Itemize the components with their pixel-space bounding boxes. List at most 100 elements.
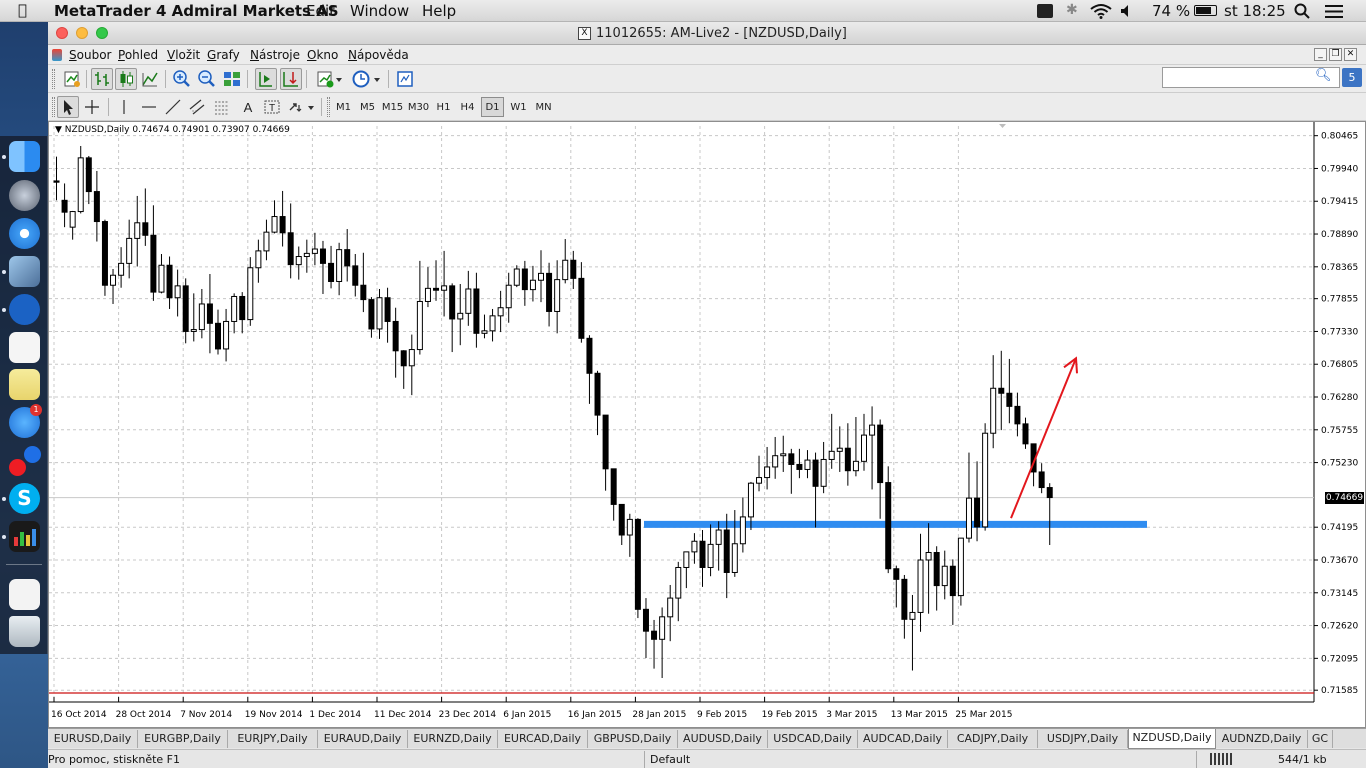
apple-menu-icon[interactable]:  — [18, 1, 27, 19]
chart-tab[interactable]: EURGBP,Daily — [138, 730, 228, 748]
chart-tab[interactable]: CADJPY,Daily — [948, 730, 1038, 748]
zoom-out-button[interactable] — [196, 68, 218, 90]
search-icon[interactable]: 🔍︎ — [1315, 68, 1332, 83]
chart-tab[interactable]: AUDNZD,Daily — [1216, 730, 1308, 748]
y-axis-tick-label: 0.72095 — [1321, 654, 1358, 664]
timeframe-m1[interactable]: M1 — [332, 97, 355, 117]
menu-soubor[interactable]: Soubor — [69, 48, 111, 62]
chart-tab[interactable]: EURNZD,Daily — [408, 730, 498, 748]
metatrader-icon[interactable] — [9, 521, 40, 552]
timeframe-mn[interactable]: MN — [532, 97, 555, 117]
timeframe-d1[interactable]: D1 — [481, 97, 504, 117]
chart-window[interactable]: 0.80465 0.79940 0.79415 0.78890 0.78365 0.778… — [48, 121, 1366, 728]
openoffice-icon[interactable] — [9, 294, 40, 325]
templates-button[interactable] — [394, 68, 416, 90]
spotlight-search-icon[interactable] — [1294, 3, 1310, 19]
y-axis-tick-label: 0.72620 — [1321, 622, 1358, 632]
mdi-minimize-button[interactable]: _ — [1314, 48, 1327, 61]
line-chart-button[interactable] — [139, 68, 161, 90]
candle-body-bear — [352, 265, 359, 286]
toolbar-grip[interactable] — [327, 97, 330, 117]
text-tool-button[interactable]: A — [237, 96, 259, 118]
safari-icon[interactable] — [9, 218, 40, 249]
chart-tab[interactable]: EURUSD,Daily — [48, 730, 138, 748]
search-badge[interactable]: 5 — [1342, 68, 1362, 87]
launchpad-icon[interactable] — [9, 180, 40, 211]
vertical-line-tool-button[interactable] — [113, 96, 135, 118]
mdi-restore-button[interactable]: ❐ — [1329, 48, 1342, 61]
chart-tab[interactable]: GC — [1308, 730, 1333, 748]
text-label-tool-button[interactable]: T — [261, 96, 283, 118]
timeframe-m30[interactable]: M30 — [406, 97, 431, 117]
minimize-window-button[interactable] — [76, 27, 88, 39]
menu-nastroje[interactable]: Nástroje — [250, 48, 300, 62]
dock: 1 S — [0, 136, 48, 654]
trash-icon[interactable] — [9, 616, 40, 647]
reminders-icon[interactable] — [9, 332, 40, 363]
notes-icon[interactable] — [9, 369, 40, 400]
menu-napoveda[interactable]: Nápověda — [348, 48, 409, 62]
toolbar-grip[interactable] — [52, 69, 55, 89]
menubar-clock[interactable]: st 18:25 — [1224, 2, 1286, 20]
skype-icon[interactable]: S — [9, 483, 40, 514]
auto-scroll-button[interactable] — [255, 68, 277, 90]
candle-body-bull — [190, 329, 197, 332]
zoom-in-button[interactable] — [171, 68, 193, 90]
candle-body-bear — [328, 262, 335, 282]
menu-grafy[interactable]: Grafy — [207, 48, 240, 62]
downloads-stack-icon[interactable] — [9, 579, 40, 610]
bar-chart-button[interactable] — [91, 68, 113, 90]
timeframe-m15[interactable]: M15 — [380, 97, 405, 117]
timeframe-h1[interactable]: H1 — [432, 97, 455, 117]
bluetooth-icon[interactable]: ✱ — [1066, 2, 1078, 18]
preview-icon[interactable] — [9, 256, 40, 287]
menu-window[interactable]: Window — [350, 2, 409, 20]
chart-tab[interactable]: GBPUSD,Daily — [588, 730, 678, 748]
chart-tab[interactable]: AUDUSD,Daily — [678, 730, 768, 748]
chart-tab[interactable]: AUDCAD,Daily — [858, 730, 948, 748]
search-input[interactable] — [1162, 67, 1340, 88]
chart-tab[interactable]: EURCAD,Daily — [498, 730, 588, 748]
messenger-icon-secondary[interactable] — [24, 446, 41, 463]
chart-tab[interactable]: EURJPY,Daily — [228, 730, 318, 748]
price-chart[interactable]: 0.80465 0.79940 0.79415 0.78890 0.78365 0.778… — [49, 122, 1365, 727]
horizontal-line-tool-button[interactable] — [138, 96, 160, 118]
indicators-button[interactable] — [314, 68, 344, 90]
messenger-icon[interactable] — [9, 459, 26, 476]
timeframe-w1[interactable]: W1 — [506, 97, 531, 117]
chart-info-arrow-icon[interactable]: ▼ — [55, 125, 62, 135]
volume-icon[interactable] — [1120, 4, 1134, 18]
crosshair-tool-button[interactable] — [81, 96, 103, 118]
menu-okno[interactable]: Okno — [307, 48, 338, 62]
chart-tab[interactable]: EURAUD,Daily — [318, 730, 408, 748]
chart-tab[interactable]: USDJPY,Daily — [1038, 730, 1128, 748]
menu-pohled[interactable]: Pohled — [118, 48, 158, 62]
menu-help[interactable]: Help — [422, 2, 456, 20]
timeframe-m5[interactable]: M5 — [356, 97, 379, 117]
new-chart-button[interactable] — [61, 68, 83, 90]
timeframe-h4[interactable]: H4 — [456, 97, 479, 117]
battery-icon[interactable] — [1194, 5, 1217, 16]
zoom-window-button[interactable] — [96, 27, 108, 39]
notification-center-icon[interactable] — [1325, 5, 1343, 18]
toolbar-grip[interactable] — [52, 97, 55, 117]
menu-vlozit[interactable]: Vložit — [167, 48, 200, 62]
arrows-tool-button[interactable] — [286, 96, 316, 118]
fibonacci-tool-button[interactable] — [211, 96, 233, 118]
tile-windows-button[interactable] — [221, 68, 243, 90]
chart-tab[interactable]: NZDUSD,Daily — [1128, 729, 1216, 749]
cursor-tool-button[interactable] — [57, 96, 79, 118]
chart-tab[interactable]: USDCAD,Daily — [768, 730, 858, 748]
close-window-button[interactable] — [56, 27, 68, 39]
chart-shift-button[interactable] — [280, 68, 302, 90]
periods-button[interactable] — [350, 68, 382, 90]
app-status-icon[interactable] — [1037, 4, 1053, 18]
wifi-icon[interactable] — [1090, 3, 1112, 19]
candlestick-button[interactable] — [115, 68, 137, 90]
trendline-tool-button[interactable] — [162, 96, 184, 118]
mdi-close-button[interactable]: ✕ — [1344, 48, 1357, 61]
equidistant-channel-tool-button[interactable] — [186, 96, 208, 118]
app-menu-name[interactable]: MetaTrader 4 Admiral Markets AS — [54, 2, 339, 20]
finder-icon[interactable] — [9, 141, 40, 172]
menu-edit[interactable]: Edit — [306, 2, 335, 20]
